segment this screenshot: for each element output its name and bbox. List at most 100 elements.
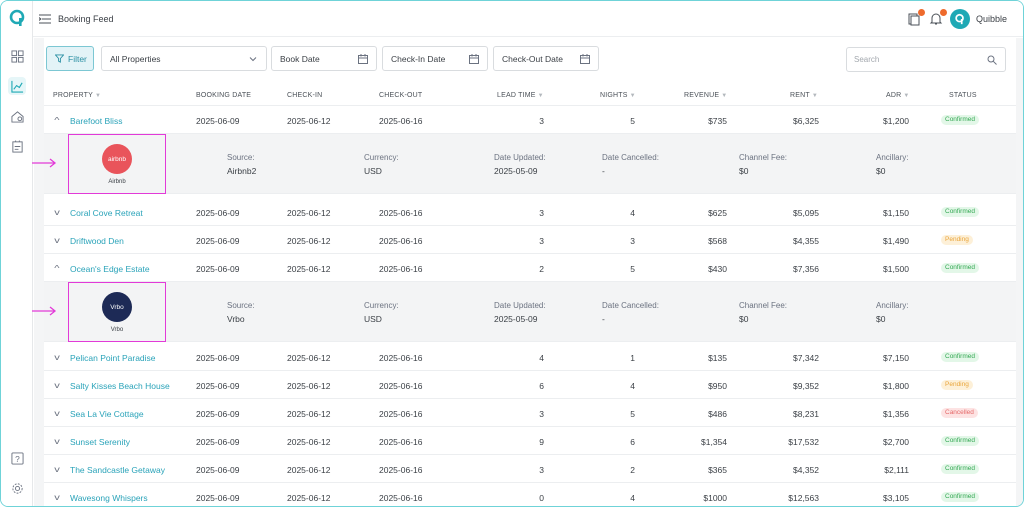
column-rent[interactable]: RENT ▼	[790, 92, 818, 99]
check-in-date-picker[interactable]: Check-In Date	[382, 46, 488, 71]
check-in-cell: 2025-06-12	[287, 236, 331, 246]
currency-label: Currency:	[364, 153, 399, 162]
property-link[interactable]: Pelican Point Paradise	[70, 353, 156, 363]
adr-cell: $2,700	[883, 437, 909, 447]
table-row[interactable]: v Sea La Vie Cottage 2025-06-09 2025-06-12 2…	[44, 399, 1016, 427]
filter-button[interactable]: Filter	[46, 46, 94, 71]
lead-time-cell: 2	[539, 264, 544, 274]
menu-icon[interactable]	[39, 13, 51, 25]
booking-date-cell: 2025-06-09	[196, 208, 240, 218]
sidebar-item-bookings[interactable]	[8, 137, 26, 155]
chevron-down-icon[interactable]: v	[54, 465, 60, 474]
chevron-down-icon[interactable]: v	[54, 437, 60, 446]
check-out-date-picker[interactable]: Check-Out Date	[493, 46, 599, 71]
property-link[interactable]: Ocean's Edge Estate	[70, 264, 150, 274]
avatar[interactable]	[950, 9, 970, 29]
nights-cell: 3	[630, 236, 635, 246]
table-row[interactable]: v Coral Cove Retreat 2025-06-09 2025-06-12 2…	[44, 198, 1016, 226]
source-value: Vrbo	[227, 314, 245, 324]
lead-time-cell: 0	[539, 493, 544, 503]
table-row[interactable]: ^ Ocean's Edge Estate 2025-06-09 2025-06-12…	[44, 254, 1016, 282]
table-row[interactable]: v Wavesong Whispers 2025-06-09 2025-06-12 20…	[44, 483, 1016, 506]
chevron-down-icon[interactable]: v	[54, 236, 60, 245]
properties-select[interactable]: All Properties	[101, 46, 267, 71]
property-link[interactable]: Driftwood Den	[70, 236, 124, 246]
status-badge: Pending	[941, 380, 973, 390]
table-row[interactable]: v Sunset Serenity 2025-06-09 2025-06-12 2025…	[44, 427, 1016, 455]
table-row[interactable]: v Salty Kisses Beach House 2025-06-09 2025-…	[44, 371, 1016, 399]
book-date-picker[interactable]: Book Date	[271, 46, 377, 71]
booking-icon	[11, 139, 23, 153]
property-link[interactable]: Coral Cove Retreat	[70, 208, 143, 218]
check-out-cell: 2025-06-16	[379, 236, 423, 246]
airbnb-logo: airbnb	[102, 144, 132, 174]
adr-cell: $1,150	[883, 208, 909, 218]
property-link[interactable]: Wavesong Whispers	[70, 493, 148, 503]
booking-detail-panel: airbnb Airbnb Source: Airbnb2 Currency: USD Da…	[32, 134, 1016, 194]
sidebar-item-properties[interactable]	[8, 107, 26, 125]
sidebar-item-reports[interactable]	[8, 77, 26, 95]
sort-icon: ▼	[537, 93, 544, 99]
lead-time-cell: 3	[539, 409, 544, 419]
app-window: ? Booking Feed Quibble ▼ Filter	[0, 0, 1024, 507]
sidebar-item-dashboard[interactable]	[8, 47, 26, 65]
calendar-icon	[358, 54, 368, 64]
ancillary-value: $0	[876, 166, 886, 176]
notifications-button[interactable]	[929, 9, 947, 26]
property-link[interactable]: The Sandcastle Getaway	[70, 465, 165, 475]
chevron-down-icon[interactable]: v	[54, 381, 60, 390]
check-in-date-label: Check-In Date	[391, 53, 446, 64]
chevron-down-icon[interactable]: v	[54, 208, 60, 217]
rent-cell: $12,563	[788, 493, 819, 503]
table-row[interactable]: v Driftwood Den 2025-06-09 2025-06-12 2025-0…	[44, 226, 1016, 254]
property-link[interactable]: Sunset Serenity	[70, 437, 130, 447]
status-badge: Confirmed	[941, 352, 979, 362]
highlight-arrow-icon	[32, 158, 57, 168]
app-logo[interactable]	[8, 9, 26, 27]
property-link[interactable]: Barefoot Bliss	[70, 116, 122, 126]
sort-icon: ▼	[94, 93, 102, 99]
rent-cell: $7,342	[793, 353, 819, 363]
booking-detail-panel: Vrbo Vrbo Source: Vrbo Currency: USD Date Upda…	[32, 282, 1016, 342]
properties-select-value: All Properties	[110, 53, 161, 64]
column-adr[interactable]: ADR ▼	[886, 92, 910, 99]
booking-date-cell: 2025-06-09	[196, 353, 240, 363]
check-in-cell: 2025-06-12	[287, 465, 331, 475]
rent-cell: $9,352	[793, 381, 819, 391]
channel-name: Vrbo	[110, 327, 124, 333]
property-link[interactable]: Sea La Vie Cottage	[70, 409, 144, 419]
property-icon	[10, 110, 24, 123]
adr-cell: $1,800	[883, 381, 909, 391]
table-row[interactable]: v Pelican Point Paradise 2025-06-09 2025-06…	[44, 343, 1016, 371]
chevron-up-icon[interactable]: ^	[54, 116, 59, 125]
chevron-down-icon[interactable]: v	[54, 409, 60, 418]
column-lead-time[interactable]: LEAD TIME ▼	[497, 92, 544, 99]
chevron-up-icon[interactable]: ^	[54, 264, 59, 273]
user-name[interactable]: Quibble	[976, 14, 1007, 24]
column-adr-label: ADR	[886, 92, 902, 99]
property-link[interactable]: Salty Kisses Beach House	[70, 381, 170, 391]
check-out-cell: 2025-06-16	[379, 465, 423, 475]
search-icon[interactable]	[987, 55, 997, 65]
sidebar: ?	[1, 1, 33, 506]
notes-button[interactable]	[907, 9, 925, 26]
sidebar-item-help[interactable]: ?	[8, 449, 26, 467]
column-revenue[interactable]: REVENUE ▼	[684, 92, 727, 99]
check-out-cell: 2025-06-16	[379, 493, 423, 503]
booking-date-cell: 2025-06-09	[196, 437, 240, 447]
sidebar-item-settings[interactable]	[8, 479, 26, 497]
chevron-down-icon[interactable]: v	[54, 353, 60, 362]
search-input[interactable]	[854, 48, 984, 70]
check-out-cell: 2025-06-16	[379, 208, 423, 218]
lead-time-cell: 6	[539, 381, 544, 391]
table-row[interactable]: v The Sandcastle Getaway 2025-06-09 2025-06…	[44, 455, 1016, 483]
table-row[interactable]: ^ Barefoot Bliss 2025-06-09 2025-06-12 2025-…	[44, 106, 1016, 134]
adr-cell: $1,356	[883, 409, 909, 419]
column-rent-label: RENT	[790, 92, 810, 99]
chevron-down-icon[interactable]: v	[54, 493, 60, 502]
check-out-date-label: Check-Out Date	[502, 53, 563, 64]
column-property[interactable]: PROPERTY ▼	[53, 92, 101, 99]
help-icon: ?	[10, 451, 24, 465]
column-nights[interactable]: NIGHTS ▼	[600, 92, 636, 99]
channel-fee-label: Channel Fee:	[739, 301, 788, 310]
